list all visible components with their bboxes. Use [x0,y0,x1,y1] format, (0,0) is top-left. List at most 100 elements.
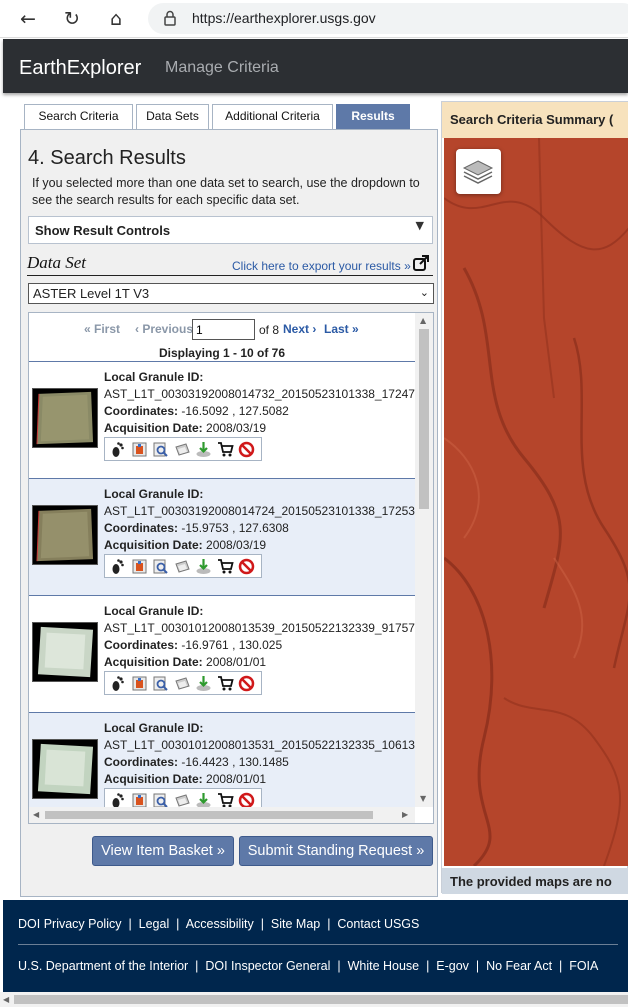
scrollbar-thumb[interactable] [419,329,429,509]
browse-thumbnail[interactable] [32,505,98,565]
download-icon[interactable] [195,675,212,692]
overlay-icon[interactable] [131,675,148,692]
compare-icon[interactable] [174,675,191,692]
granule-id: AST_L1T_00301012008013531_20150522132335… [104,738,415,752]
terrain-image [444,138,628,866]
show-metadata-icon[interactable] [152,558,169,575]
map-header-text: Search Criteria Summary ( [450,112,614,127]
vertical-scrollbar[interactable]: ▲ ▼ [415,313,433,807]
footprint-icon[interactable] [109,441,126,458]
footer-link[interactable]: Contact USGS [337,917,419,931]
footprint-icon[interactable] [109,675,126,692]
results-count: Displaying 1 - 10 of 76 [158,346,286,360]
footer-link[interactable]: DOI Inspector General [205,959,330,973]
footer-link[interactable]: DOI Privacy Policy [18,917,122,931]
browse-thumbnail[interactable] [32,388,98,448]
cart-icon[interactable] [217,675,234,692]
footer-link[interactable]: Accessibility [186,917,254,931]
tab-results[interactable]: Results [336,104,410,129]
map-panel: Search Criteria Summary ( The provided m… [441,101,628,894]
footer-link[interactable]: E-gov [436,959,469,973]
pagination: « First ‹ Previous of 8 Next › Last » [29,317,415,340]
footer-link[interactable]: Site Map [271,917,320,931]
exclude-icon[interactable] [238,441,255,458]
coordinates-value: -16.9761 , 130.025 [181,638,283,652]
footer-links-row-1: DOI Privacy Policy | Legal | Accessibili… [18,917,420,931]
coordinates-value: -16.4423 , 130.1485 [181,755,289,769]
search-criteria-summary-header[interactable]: Search Criteria Summary ( [442,102,628,138]
coordinates-label: Coordinates: [104,638,179,652]
scrollbar-thumb[interactable] [45,811,373,819]
cart-icon[interactable] [217,558,234,575]
browse-thumbnail[interactable] [32,739,98,799]
acquisition-date-value: 2008/03/19 [206,538,267,552]
coordinates-label: Coordinates: [104,404,179,418]
scroll-left-icon[interactable]: ◀ [33,810,39,819]
manage-criteria-link[interactable]: Manage Criteria [165,59,279,77]
cart-icon[interactable] [217,441,234,458]
item-tools [104,671,262,695]
external-link-icon[interactable] [413,255,429,271]
dataset-select[interactable]: ASTER Level 1T V3 ⌄ [28,283,434,304]
download-icon[interactable] [195,441,212,458]
tab-data-sets[interactable]: Data Sets [136,104,209,129]
acquisition-date-label: Acquisition Date: [104,421,203,435]
show-result-controls[interactable]: Show Result Controls ▼ [28,216,433,244]
overlay-icon[interactable] [131,441,148,458]
layers-button[interactable] [456,149,501,194]
exclude-icon[interactable] [238,675,255,692]
show-metadata-icon[interactable] [152,675,169,692]
tab-search-criteria[interactable]: Search Criteria [24,104,133,129]
acquisition-date-value: 2008/01/01 [206,772,267,786]
address-bar[interactable]: https://earthexplorer.usgs.gov [148,3,628,34]
granule-id-label: Local Granule ID: [104,370,204,384]
home-icon[interactable]: ⌂ [104,7,128,31]
view-item-basket-button[interactable]: View Item Basket » [92,836,234,866]
map-canvas[interactable] [444,138,628,866]
compare-icon[interactable] [174,558,191,575]
result-item: Local Granule ID: AST_L1T_00303192008014… [29,362,415,479]
compare-icon[interactable] [174,441,191,458]
page-title: 4. Search Results [28,147,186,169]
page-horizontal-scrollbar[interactable]: ◀ [0,992,628,1007]
scroll-left-icon[interactable]: ◀ [3,995,9,1004]
first-page-link[interactable]: « First [84,322,120,336]
dataset-select-value: ASTER Level 1T V3 [33,286,150,301]
lock-icon [164,10,176,26]
back-icon[interactable]: ← [16,7,40,31]
scroll-up-icon[interactable]: ▲ [420,316,426,325]
app-header: EarthExplorer Manage Criteria [3,39,628,93]
footer-link[interactable]: No Fear Act [486,959,552,973]
footer-link[interactable]: U.S. Department of the Interior [18,959,188,973]
horizontal-scrollbar[interactable]: ◀ ▶ [29,807,415,823]
acquisition-date-label: Acquisition Date: [104,538,203,552]
browse-thumbnail[interactable] [32,622,98,682]
scrollbar-thumb[interactable] [14,995,628,1004]
footprint-icon[interactable] [109,558,126,575]
footer-link[interactable]: FOIA [569,959,598,973]
results-description: If you selected more than one data set t… [32,176,420,207]
show-metadata-icon[interactable] [152,441,169,458]
page-number-input[interactable] [192,319,255,340]
download-icon[interactable] [195,558,212,575]
submit-standing-request-button[interactable]: Submit Standing Request » [239,836,433,866]
footer-link[interactable]: White House [348,959,420,973]
last-page-link[interactable]: Last » [324,322,359,336]
result-controls-label: Show Result Controls [35,223,171,238]
export-results-link[interactable]: Click here to export your results » [232,259,411,273]
footer-link[interactable]: Legal [139,917,170,931]
previous-page-link[interactable]: ‹ Previous [135,322,193,336]
app-title[interactable]: EarthExplorer [19,57,141,80]
scroll-right-icon[interactable]: ▶ [402,810,408,819]
reload-icon[interactable]: ↻ [60,7,84,31]
next-page-link[interactable]: Next › [283,322,316,336]
map-disclaimer-text: The provided maps are no [450,874,612,889]
exclude-icon[interactable] [238,558,255,575]
tab-additional-criteria[interactable]: Additional Criteria [212,104,333,129]
divider [18,944,618,945]
acquisition-date-value: 2008/03/19 [206,421,267,435]
scroll-down-icon[interactable]: ▼ [420,794,426,803]
overlay-icon[interactable] [131,558,148,575]
coordinates-value: -15.9753 , 127.6308 [181,521,289,535]
dataset-divider [27,275,433,276]
